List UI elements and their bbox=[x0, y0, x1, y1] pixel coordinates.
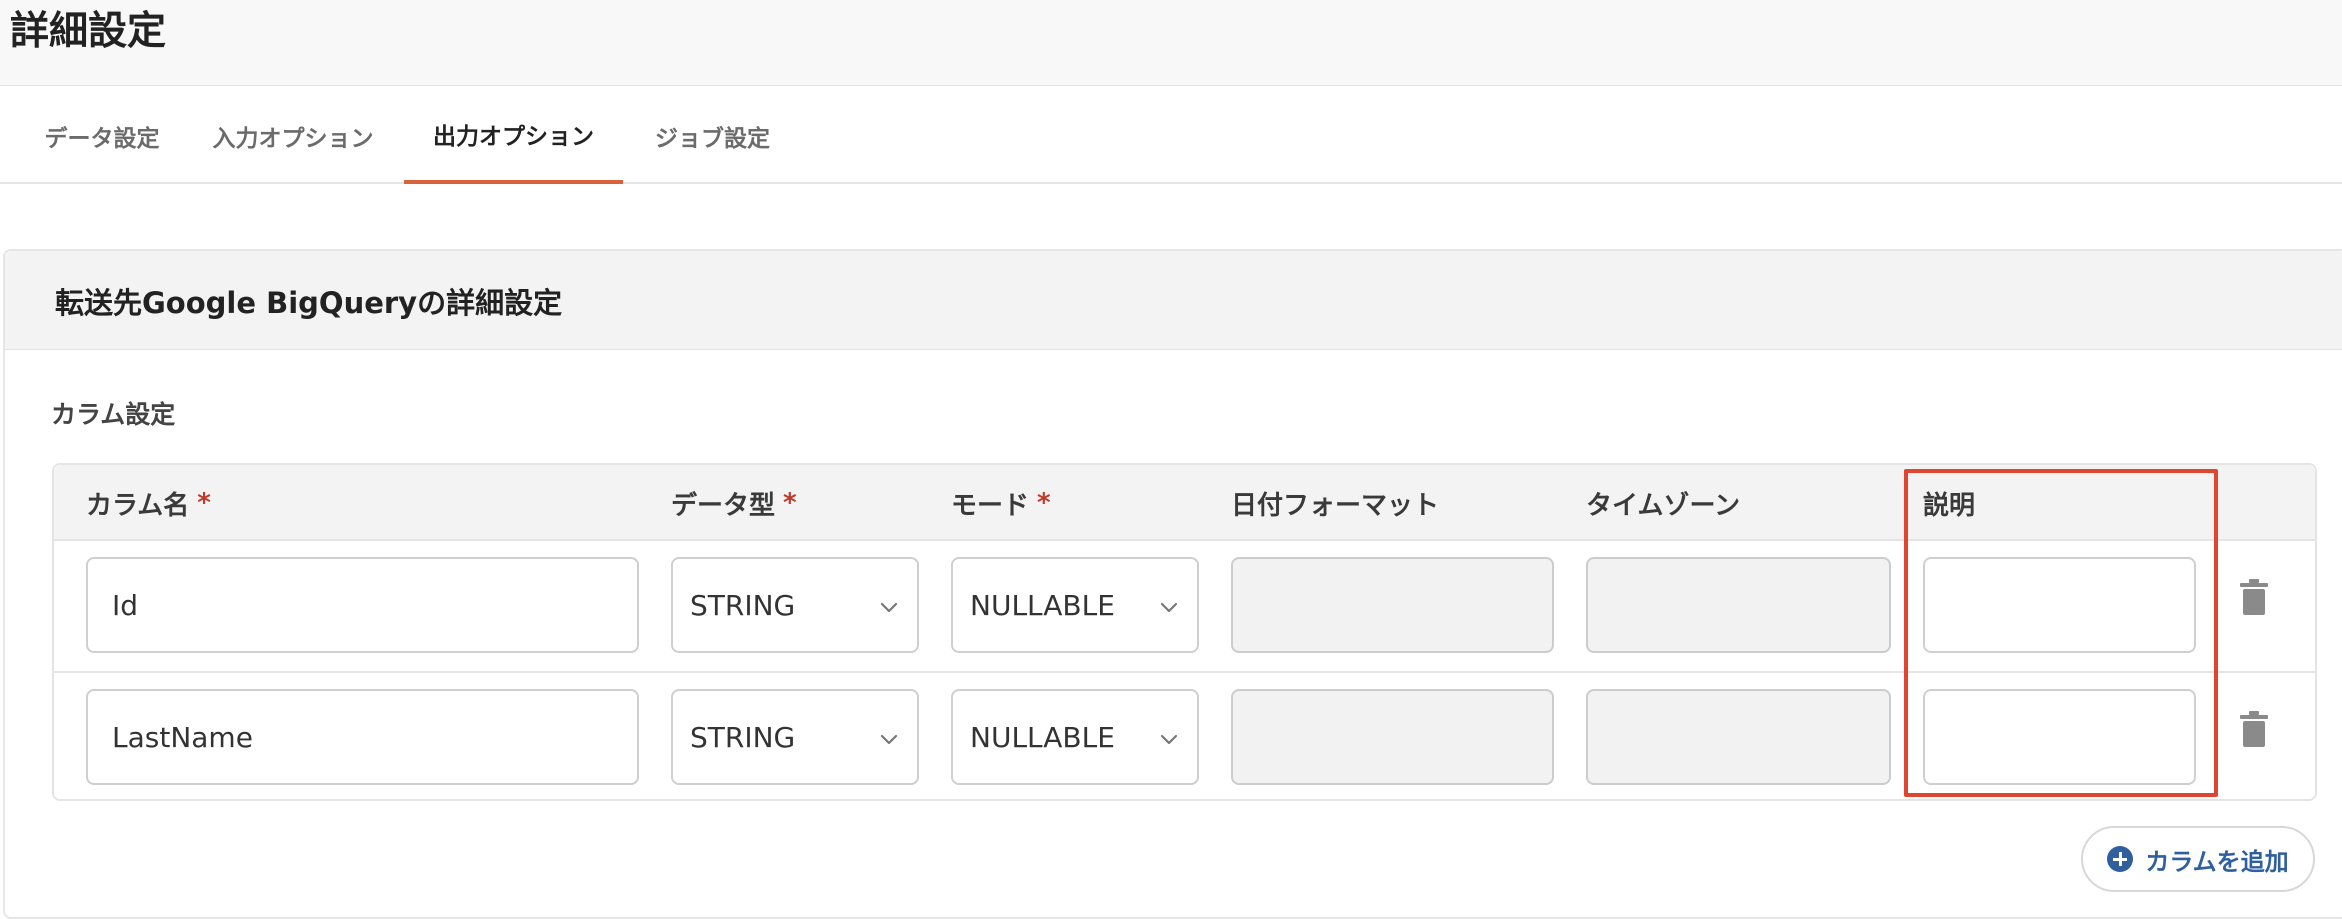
panel-header: 転送先Google BigQueryの詳細設定 bbox=[5, 251, 2342, 350]
data-type-value: STRING bbox=[690, 720, 796, 754]
date-format-input[interactable] bbox=[1231, 689, 1554, 785]
timezone-input[interactable] bbox=[1586, 689, 1891, 785]
page-title: 詳細設定 bbox=[10, 9, 167, 54]
header-mode: モード * bbox=[951, 465, 1051, 541]
chevron-down-icon bbox=[880, 734, 898, 745]
mode-select[interactable]: NULLABLE bbox=[951, 689, 1199, 785]
column-settings-label: カラム設定 bbox=[51, 400, 176, 429]
mode-select[interactable]: NULLABLE bbox=[951, 557, 1199, 653]
required-mark: * bbox=[197, 488, 211, 518]
data-type-select[interactable]: STRING bbox=[671, 689, 919, 785]
chevron-down-icon bbox=[880, 602, 898, 613]
required-mark: * bbox=[783, 488, 797, 518]
add-column-label: カラムを追加 bbox=[2145, 847, 2289, 876]
header-date-format: 日付フォーマット bbox=[1231, 490, 1440, 521]
tab-output-options[interactable]: 出力オプション bbox=[404, 87, 623, 184]
panel-title: 転送先Google BigQueryの詳細設定 bbox=[55, 285, 563, 320]
header-data-type-label: データ型 bbox=[671, 490, 776, 521]
page-header: 詳細設定 bbox=[0, 0, 2342, 86]
data-type-value: STRING bbox=[690, 588, 796, 622]
plus-circle-icon bbox=[2107, 846, 2134, 872]
header-data-type: データ型 * bbox=[671, 465, 797, 541]
header-column-name-label: カラム名 bbox=[86, 490, 190, 521]
required-mark: * bbox=[1037, 488, 1051, 518]
timezone-input[interactable] bbox=[1586, 557, 1891, 653]
header-timezone: タイムゾーン bbox=[1586, 490, 1741, 521]
header-mode-label: モード bbox=[951, 490, 1030, 521]
chevron-down-icon bbox=[1160, 734, 1178, 745]
chevron-down-icon bbox=[1160, 602, 1178, 613]
column-name-input[interactable]: Id bbox=[86, 557, 639, 653]
column-name-input[interactable]: LastName bbox=[86, 689, 639, 785]
description-column-highlight bbox=[1904, 469, 2218, 797]
data-type-select[interactable]: STRING bbox=[671, 557, 919, 653]
mode-value: NULLABLE bbox=[970, 720, 1115, 754]
mode-value: NULLABLE bbox=[970, 588, 1115, 622]
add-column-button[interactable]: カラムを追加 bbox=[2081, 826, 2315, 892]
trash-icon[interactable] bbox=[2240, 711, 2268, 747]
tab-input-options[interactable]: 入力オプション bbox=[207, 87, 379, 184]
tab-bar: データ設定 入力オプション 出力オプション ジョブ設定 bbox=[0, 87, 2342, 184]
tab-job-settings[interactable]: ジョブ設定 bbox=[645, 87, 780, 184]
tab-data-settings[interactable]: データ設定 bbox=[22, 87, 182, 184]
header-column-name: カラム名 * bbox=[86, 465, 211, 541]
date-format-input[interactable] bbox=[1231, 557, 1554, 653]
trash-icon[interactable] bbox=[2240, 579, 2268, 615]
